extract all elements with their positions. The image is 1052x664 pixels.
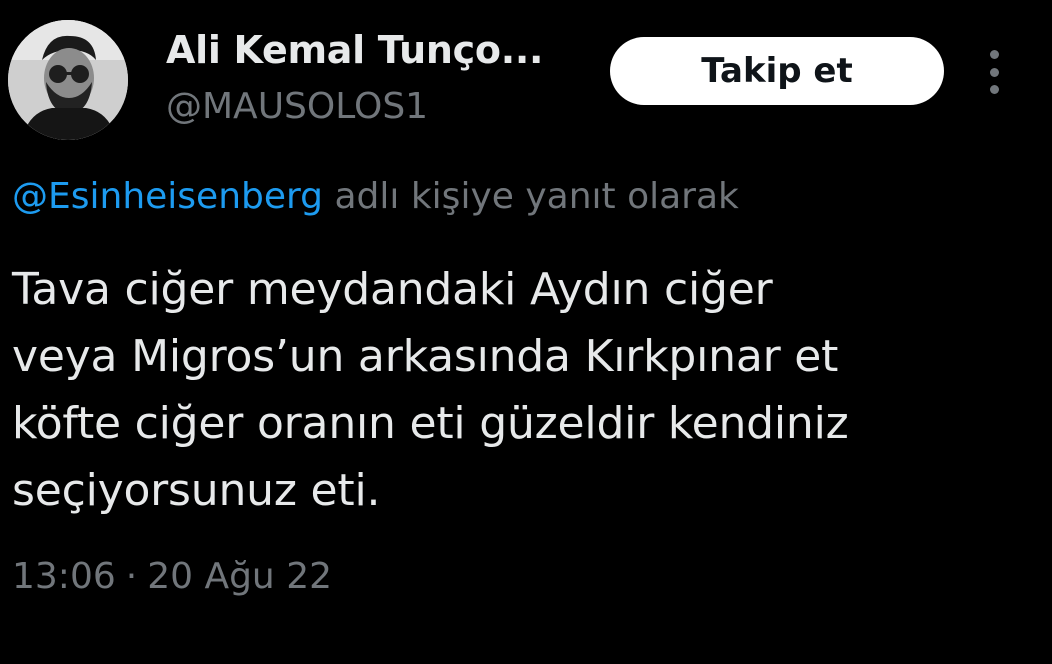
tweet-text: Tava ciğer meydandaki Aydın ciğer veya M… xyxy=(12,264,849,516)
tweet-date: 20 Ağu 22 xyxy=(147,556,333,597)
avatar[interactable] xyxy=(8,20,128,140)
tweet-card: Ali Kemal Tunço... @MAUSOLOS1 Takip et @… xyxy=(0,0,1052,664)
timestamp-separator: · xyxy=(125,556,138,597)
more-dot xyxy=(989,85,999,94)
reply-context: @Esinheisenberg adlı kişiye yanıt olarak xyxy=(12,176,739,217)
follow-button[interactable]: Takip et xyxy=(610,37,944,105)
more-dot xyxy=(989,67,999,77)
reply-context-suffix: adlı kişiye yanıt olarak xyxy=(323,176,739,217)
more-vertical-icon[interactable] xyxy=(974,50,1014,94)
author-handle[interactable]: @MAUSOLOS1 xyxy=(166,86,428,127)
profile-photo xyxy=(8,20,128,140)
more-dot xyxy=(989,50,999,59)
author-name[interactable]: Ali Kemal Tunço... xyxy=(166,28,543,72)
reply-mention-link[interactable]: @Esinheisenberg xyxy=(12,176,323,217)
tweet-timestamp[interactable]: 13:06 · 20 Ağu 22 xyxy=(12,556,332,597)
tweet-time: 13:06 xyxy=(12,556,116,597)
